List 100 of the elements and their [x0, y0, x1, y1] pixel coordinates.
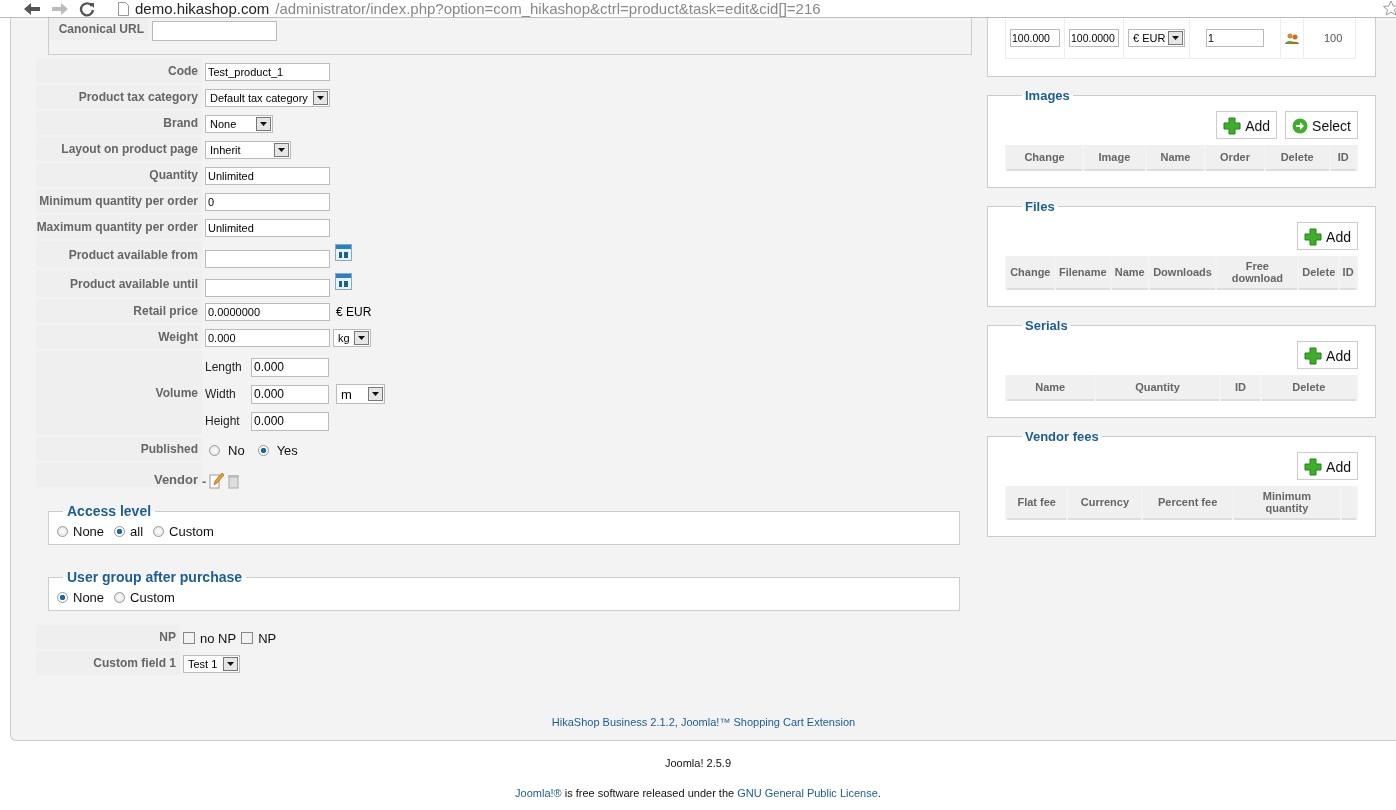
plus-icon	[1223, 117, 1242, 135]
option-label: No	[228, 442, 245, 458]
field-label: NP	[36, 625, 180, 649]
date-field[interactable]	[205, 278, 330, 297]
plus-icon	[1304, 347, 1323, 365]
field-label: Custom field 1	[36, 651, 180, 675]
dropdown[interactable]: None	[205, 115, 273, 133]
calendar-icon[interactable]	[335, 273, 352, 290]
option-label: all	[130, 523, 144, 539]
option-label: Yes	[276, 442, 298, 458]
field-label: Retail price	[36, 299, 202, 323]
weight-field[interactable]: 0.000	[205, 329, 330, 347]
radio-button[interactable]	[257, 444, 269, 456]
option-label: None	[73, 523, 105, 539]
field-label: Maximum quantity per order	[36, 215, 202, 239]
dimension-label: Length	[205, 360, 243, 374]
add-button[interactable]: Add	[1216, 111, 1278, 139]
field-label: Published	[36, 437, 202, 461]
radio-button[interactable]	[153, 525, 165, 537]
caret-icon	[1168, 31, 1183, 45]
currency-label: € EUR	[336, 305, 372, 319]
field-label: Canonical URL	[49, 18, 148, 40]
caret-icon	[354, 331, 369, 345]
dropdown[interactable]: m	[336, 384, 385, 404]
radio-button[interactable]	[114, 525, 126, 537]
field-label: Layout on product page	[36, 137, 202, 161]
calendar-icon[interactable]	[335, 244, 352, 261]
vendor-value: -	[202, 474, 207, 489]
field-label: Product available until	[36, 270, 202, 297]
caret-icon	[274, 143, 289, 157]
field-label: Vendor	[36, 463, 202, 487]
users-icon[interactable]	[1285, 32, 1299, 44]
option-label: None	[73, 589, 105, 605]
license-link[interactable]: Joomla!®	[515, 787, 562, 799]
field-label: Volume	[36, 351, 202, 435]
radio-button[interactable]	[57, 591, 68, 603]
add-button[interactable]: Add	[1297, 452, 1358, 480]
caret-icon	[256, 117, 271, 131]
canonical-url-field[interactable]	[152, 21, 277, 41]
option-label: Custom	[169, 523, 214, 539]
section-title: Files	[1024, 199, 1056, 214]
field-label: Weight	[36, 325, 202, 349]
checkbox[interactable]	[183, 632, 195, 644]
caret-icon	[223, 657, 238, 671]
dropdown[interactable]: € EUR	[1128, 29, 1185, 47]
radio-button[interactable]	[57, 525, 68, 537]
select-button[interactable]: Select	[1285, 111, 1358, 139]
option-label: Custom	[130, 589, 175, 605]
text-field[interactable]: 1	[1206, 29, 1264, 47]
dropdown[interactable]: Test 1	[183, 655, 240, 673]
text-field[interactable]: 0	[205, 193, 330, 211]
field-label: Quantity	[36, 163, 202, 187]
dropdown[interactable]: Inherit	[205, 141, 291, 159]
arrow-circle-icon	[1292, 118, 1309, 134]
dropdown[interactable]: kg	[333, 329, 371, 347]
caret-icon	[368, 387, 383, 401]
field-label: Brand	[36, 111, 202, 135]
field-label: Code	[36, 59, 202, 83]
field-label: Product available from	[36, 241, 202, 268]
text-field[interactable]: Test_product_1	[205, 63, 330, 81]
section-title: Images	[1024, 88, 1071, 103]
address-bar[interactable]: demo.hikashop.com /administrator/index.php?option=com_hikashop&ctrl=product&task=edit&cid[]=216	[114, 0, 821, 17]
group-title: Access level	[66, 503, 153, 519]
plus-icon	[1304, 458, 1323, 476]
add-button[interactable]: Add	[1297, 341, 1358, 369]
dimension-field[interactable]: 0.000	[251, 384, 329, 404]
pencil-icon[interactable]	[209, 472, 226, 489]
dropdown[interactable]: Default tax category	[205, 89, 330, 107]
trash-icon[interactable]	[228, 474, 240, 489]
price-field[interactable]: 0.0000000	[205, 303, 330, 321]
text-field[interactable]: Unlimited	[205, 167, 330, 185]
forward-icon[interactable]	[50, 0, 70, 17]
text-field[interactable]: 100.0000	[1069, 29, 1119, 47]
text-field[interactable]: Unlimited	[205, 219, 330, 237]
date-field[interactable]	[205, 249, 330, 268]
version-text: Joomla! 2.5.9	[663, 757, 732, 769]
license-text: Joomla!® is free software released under the GNU General Public License.	[514, 787, 882, 799]
dimension-label: Width	[205, 387, 237, 401]
radio-button[interactable]	[114, 591, 126, 603]
footer-text: HikaShop Business 2.1.2, Joomla!™ Shopping Cart Extension	[550, 716, 857, 728]
dimension-field[interactable]: 0.000	[251, 357, 329, 377]
license-link[interactable]: GNU General Public License	[737, 787, 878, 799]
radio-button[interactable]	[209, 444, 220, 456]
checkbox[interactable]	[241, 632, 254, 644]
back-icon[interactable]	[22, 0, 42, 17]
section-title: Vendor fees	[1024, 429, 1100, 444]
reload-icon[interactable]	[78, 0, 96, 17]
add-button[interactable]: Add	[1297, 222, 1358, 250]
field-label: Minimum quantity per order	[36, 189, 202, 213]
dimension-label: Height	[205, 414, 241, 428]
caret-icon	[313, 91, 328, 105]
option-label: no NP	[200, 630, 237, 646]
dimension-field[interactable]: 0.000	[251, 411, 329, 431]
text-field[interactable]: 100.000	[1010, 29, 1060, 47]
field-label: Product tax category	[36, 85, 202, 109]
option-label: NP	[258, 630, 277, 646]
star-icon[interactable]	[1382, 0, 1396, 16]
plus-icon	[1304, 228, 1323, 246]
group-title: User group after purchase	[66, 569, 244, 585]
section-title: Serials	[1024, 318, 1069, 333]
